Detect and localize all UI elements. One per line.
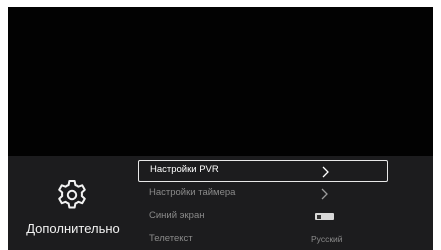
tv-screen: Дополнительно Настройки PVR Настройки та…: [8, 7, 433, 250]
category-advanced[interactable]: Дополнительно: [8, 156, 138, 250]
chevron-right-icon: [322, 166, 329, 178]
blue-screen-toggle[interactable]: [315, 213, 334, 220]
menu-item-label: Настройки таймера: [149, 187, 236, 198]
menu-item-label: Телетекст: [149, 233, 193, 244]
tv-frame: Дополнительно Настройки PVR Настройки та…: [0, 0, 441, 250]
menu-item-timer-settings[interactable]: Настройки таймера: [138, 183, 388, 205]
toggle-knob: [317, 214, 321, 219]
category-label: Дополнительно: [26, 221, 120, 236]
menu-item-blue-screen[interactable]: Синий экран: [138, 206, 388, 228]
menu-item-pvr-settings[interactable]: Настройки PVR: [138, 160, 388, 182]
menu-item-label: Синий экран: [149, 210, 205, 221]
menu-item-teletext[interactable]: Телетекст Русский: [138, 229, 388, 250]
teletext-language-value: Русский: [311, 234, 343, 244]
gear-icon: [58, 180, 86, 209]
chevron-right-icon: [321, 188, 328, 200]
menu-item-label: Настройки PVR: [150, 164, 219, 175]
